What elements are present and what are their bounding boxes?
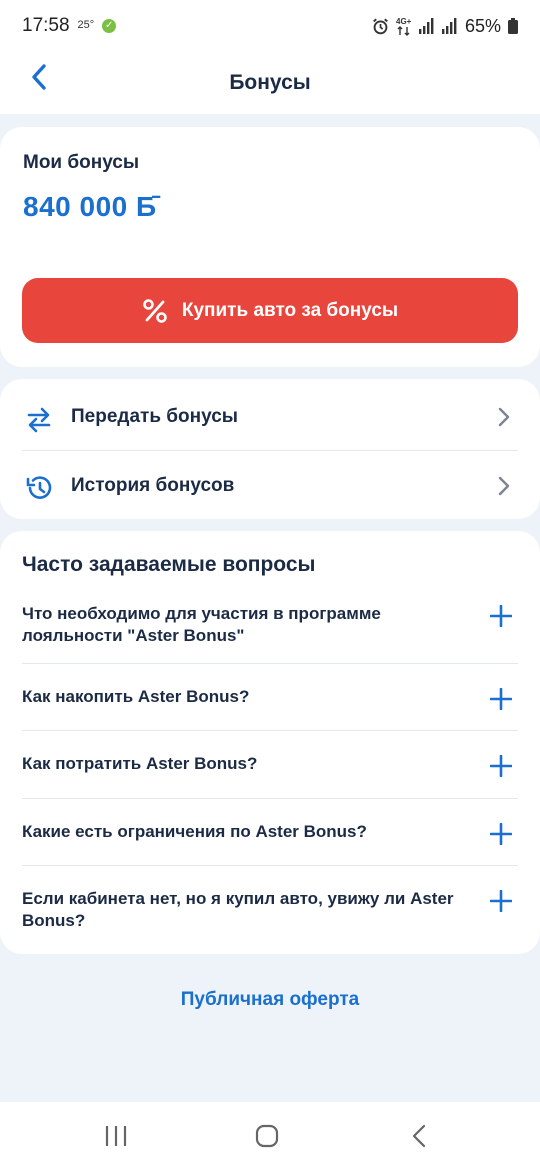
transfer-arrows-icon [27, 407, 51, 433]
chevron-right-icon [498, 407, 510, 427]
faq-question: Как потратить Aster Bonus? [22, 754, 258, 773]
faq-card: Часто задаваемые вопросы Что необходимо … [0, 531, 540, 954]
faq-question: Что необходимо для участия в программе л… [22, 604, 381, 645]
alarm-icon [373, 18, 388, 34]
faq-item[interactable]: Какие есть ограничения по Aster Bonus? [22, 821, 518, 845]
status-time: 17:58 [22, 15, 70, 36]
faq-item[interactable]: Если кабинета нет, но я купил авто, увиж… [22, 888, 518, 932]
plus-icon [490, 890, 512, 912]
signal-icon-1 [418, 18, 434, 34]
faq-item[interactable]: Что необходимо для участия в программе л… [22, 603, 518, 647]
svg-text:4G+: 4G+ [396, 17, 412, 26]
page-title: Бонусы [229, 71, 311, 94]
battery-icon [508, 18, 518, 34]
bonus-history-label: История бонусов [71, 475, 235, 496]
faq-title: Часто задаваемые вопросы [22, 553, 316, 576]
status-bar: 17:58 25° ✓ 4G+ 65% [0, 0, 540, 52]
divider [22, 450, 518, 451]
divider [22, 865, 518, 866]
divider [22, 663, 518, 664]
app-header: Бонусы [0, 52, 540, 114]
status-temperature: 25° [77, 19, 95, 31]
check-badge-icon: ✓ [102, 19, 117, 33]
percent-icon [143, 298, 167, 323]
transfer-bonuses-label: Передать бонусы [71, 406, 238, 427]
bonus-balance-card: Мои бонусы 840 000 Б̄ Купить авто за бон… [0, 127, 540, 367]
faq-question: Какие есть ограничения по Aster Bonus? [22, 822, 367, 841]
plus-icon [490, 688, 512, 710]
divider [22, 730, 518, 731]
faq-question: Если кабинета нет, но я купил авто, увиж… [22, 889, 454, 930]
buy-button-label: Купить авто за бонусы [181, 299, 399, 321]
plus-icon [490, 755, 512, 777]
back-button[interactable] [26, 64, 52, 90]
recent-apps-icon[interactable] [104, 1124, 128, 1148]
battery-percent: 65% [464, 15, 501, 36]
public-offer-link[interactable]: Публичная оферта [0, 989, 540, 1011]
plus-icon [490, 605, 512, 627]
history-clock-icon [26, 476, 52, 499]
bonus-balance-value: 840 000 Б̄ [23, 191, 157, 222]
chevron-left-icon [32, 64, 46, 90]
transfer-bonuses-row[interactable]: Передать бонусы [0, 383, 540, 451]
system-nav-bar [0, 1102, 540, 1170]
network-4g-icon: 4G+ [396, 17, 412, 36]
bonus-history-row[interactable]: История бонусов [0, 452, 540, 520]
bonus-actions-card: Передать бонусы История бонусов [0, 379, 540, 519]
signal-icon-2 [441, 18, 457, 34]
back-nav-icon[interactable] [410, 1124, 428, 1148]
faq-question: Как накопить Aster Bonus? [22, 687, 250, 706]
home-icon[interactable] [255, 1124, 279, 1148]
plus-icon [490, 823, 512, 845]
buy-car-with-bonuses-button[interactable]: Купить авто за бонусы [22, 278, 518, 343]
bonus-label: Мои бонусы [23, 152, 140, 173]
chevron-right-icon [498, 476, 510, 496]
faq-item[interactable]: Как накопить Aster Bonus? [22, 686, 518, 710]
faq-item[interactable]: Как потратить Aster Bonus? [22, 753, 518, 777]
divider [22, 798, 518, 799]
